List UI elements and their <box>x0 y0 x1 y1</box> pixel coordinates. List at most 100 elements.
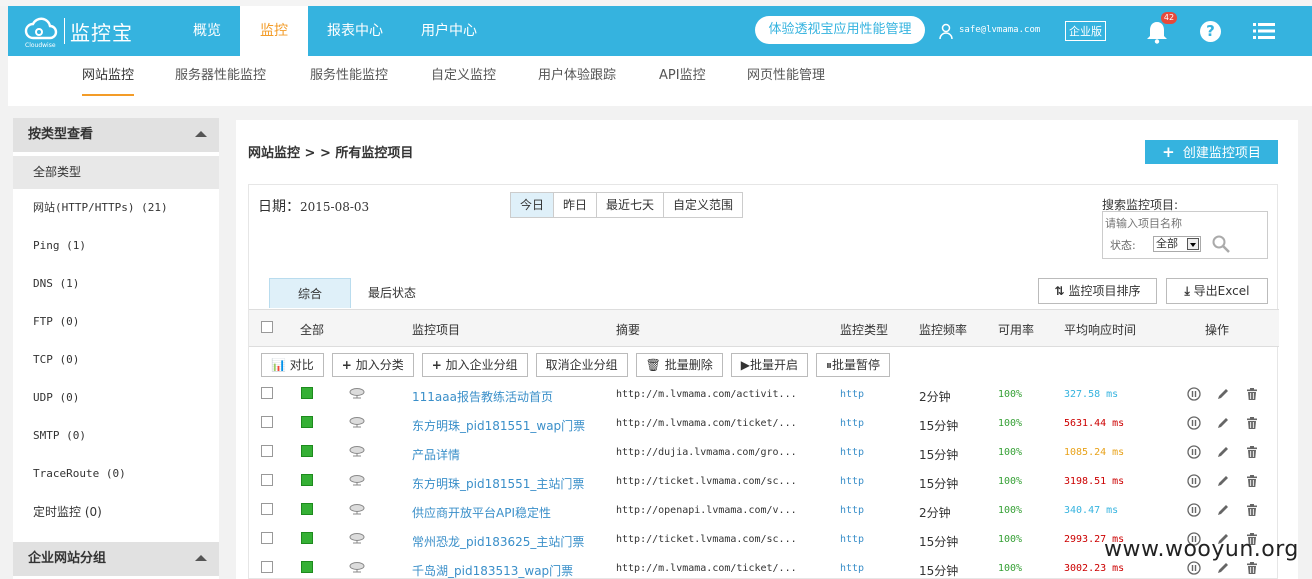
sidebar-item-all-types[interactable]: 全部类型 <box>13 156 219 189</box>
monitor-type-link[interactable]: http <box>840 418 864 429</box>
pause-icon[interactable] <box>1187 445 1201 459</box>
dropdown-arrow-icon[interactable] <box>1187 238 1199 250</box>
monitor-name-link[interactable]: 常州恐龙_pid183625_主站门票 <box>412 533 584 550</box>
batch-pause-button[interactable]: ⏸批量暂停 <box>815 353 890 377</box>
col-type[interactable]: 监控类型 <box>840 321 888 338</box>
monitor-type-link[interactable]: http <box>840 476 864 487</box>
edit-pencil-icon[interactable] <box>1216 503 1230 517</box>
trash-icon[interactable] <box>1245 474 1259 488</box>
create-monitor-button[interactable]: + 创建监控项目 <box>1145 140 1278 164</box>
edit-pencil-icon[interactable] <box>1216 387 1230 401</box>
monitor-type-link[interactable]: http <box>840 534 864 545</box>
logo[interactable]: Cloudwise 监控宝 <box>24 14 144 49</box>
user-email[interactable]: safe@lvmama.com <box>959 25 1040 35</box>
edit-pencil-icon[interactable] <box>1216 561 1230 575</box>
subnav-api-monitor[interactable]: API监控 <box>659 56 706 106</box>
monitor-node-icon[interactable] <box>349 474 365 486</box>
search-icon[interactable] <box>1211 234 1231 254</box>
pause-icon[interactable] <box>1187 561 1201 575</box>
pause-icon[interactable] <box>1187 387 1201 401</box>
pause-icon[interactable] <box>1187 416 1201 430</box>
monitor-name-link[interactable]: 千岛湖_pid183513_wap门票 <box>412 562 573 579</box>
monitor-node-icon[interactable] <box>349 503 365 515</box>
collapse-triangle-icon[interactable] <box>195 131 207 137</box>
monitor-name-link[interactable]: 111aaa报告教练活动首页 <box>412 388 553 405</box>
cancel-enterprise-group-button[interactable]: 取消企业分组 <box>535 353 628 377</box>
edit-pencil-icon[interactable] <box>1216 474 1230 488</box>
monitor-node-icon[interactable] <box>349 532 365 544</box>
batch-start-button[interactable]: ▶批量开启 <box>730 353 808 377</box>
range-yesterday-button[interactable]: 昨日 <box>554 193 598 217</box>
row-checkbox[interactable] <box>261 532 273 544</box>
sidebar-header-enterprise-group[interactable]: 企业网站分组 <box>13 542 219 576</box>
tab-last-status[interactable]: 最后状态 <box>351 278 433 308</box>
monitor-node-icon[interactable] <box>349 561 365 573</box>
monitor-name-link[interactable]: 东方明珠_pid181551_主站门票 <box>412 475 584 492</box>
monitor-type-link[interactable]: http <box>840 505 864 516</box>
batch-delete-button[interactable]: 🗑 批量删除 <box>635 353 723 377</box>
tab-overview[interactable]: 综合 <box>269 278 351 308</box>
row-checkbox[interactable] <box>261 387 273 399</box>
edit-pencil-icon[interactable] <box>1216 416 1230 430</box>
col-availability[interactable]: 可用率 <box>998 321 1034 338</box>
compare-button[interactable]: 📊 对比 <box>261 353 324 377</box>
trash-icon[interactable] <box>1245 503 1259 517</box>
col-frequency[interactable]: 监控频率 <box>919 321 967 338</box>
range-custom-button[interactable]: 自定义范围 <box>664 193 743 217</box>
status-select[interactable]: 全部 <box>1153 236 1201 252</box>
sidebar-item-traceroute[interactable]: TraceRoute (0) <box>13 455 219 493</box>
range-today-button[interactable]: 今日 <box>511 193 555 217</box>
row-checkbox[interactable] <box>261 503 273 515</box>
trash-icon[interactable] <box>1245 445 1259 459</box>
sort-monitors-button[interactable]: ⇅ 监控项目排序 <box>1038 278 1157 304</box>
trash-icon[interactable] <box>1245 416 1259 430</box>
add-category-button[interactable]: + 加入分类 <box>331 353 414 377</box>
nav-item-monitor[interactable]: 监控 <box>240 6 308 56</box>
subnav-server-performance[interactable]: 服务器性能监控 <box>175 56 266 106</box>
collapse-triangle-icon[interactable] <box>195 555 207 561</box>
select-all-checkbox[interactable] <box>261 321 273 333</box>
trash-icon[interactable] <box>1245 561 1259 575</box>
row-checkbox[interactable] <box>261 474 273 486</box>
monitor-type-link[interactable]: http <box>840 389 864 400</box>
pause-icon[interactable] <box>1187 503 1201 517</box>
monitor-name-link[interactable]: 产品详情 <box>412 446 460 463</box>
row-checkbox[interactable] <box>261 445 273 457</box>
subnav-custom-monitor[interactable]: 自定义监控 <box>431 56 496 106</box>
nav-item-user-center[interactable]: 用户中心 <box>402 6 496 56</box>
sidebar-item-ping[interactable]: Ping (1) <box>13 227 219 265</box>
col-name[interactable]: 监控项目 <box>412 321 460 338</box>
add-enterprise-group-button[interactable]: + 加入企业分组 <box>421 353 528 377</box>
sidebar-item-http[interactable]: 网站(HTTP/HTTPs) (21) <box>13 189 219 227</box>
subnav-web-performance[interactable]: 网页性能管理 <box>747 56 825 106</box>
monitor-type-link[interactable]: http <box>840 447 864 458</box>
subnav-service-performance[interactable]: 服务性能监控 <box>310 56 388 106</box>
col-response-time[interactable]: 平均响应时间 <box>1064 321 1136 338</box>
subnav-user-experience[interactable]: 用户体验跟踪 <box>538 56 616 106</box>
trial-apm-button[interactable]: 体验透视宝应用性能管理 <box>755 16 925 44</box>
search-input[interactable] <box>1105 214 1265 232</box>
nav-item-overview[interactable]: 概览 <box>174 6 240 56</box>
edit-pencil-icon[interactable] <box>1216 445 1230 459</box>
row-checkbox[interactable] <box>261 561 273 573</box>
range-last7-button[interactable]: 最近七天 <box>597 193 665 217</box>
export-excel-button[interactable]: ⤓ 导出Excel <box>1166 278 1268 304</box>
sidebar-item-ftp[interactable]: FTP (0) <box>13 303 219 341</box>
menu-icon[interactable] <box>1253 22 1275 40</box>
help-icon[interactable]: ? <box>1200 21 1221 42</box>
sidebar-item-scheduled[interactable]: 定时监控 (0) <box>13 493 219 531</box>
monitor-name-link[interactable]: 供应商开放平台API稳定性 <box>412 504 551 521</box>
row-checkbox[interactable] <box>261 416 273 428</box>
sidebar-item-dns[interactable]: DNS (1) <box>13 265 219 303</box>
sidebar-item-udp[interactable]: UDP (0) <box>13 379 219 417</box>
monitor-type-link[interactable]: http <box>840 563 864 574</box>
sidebar-item-smtp[interactable]: SMTP (0) <box>13 417 219 455</box>
monitor-name-link[interactable]: 东方明珠_pid181551_wap门票 <box>412 417 585 434</box>
trash-icon[interactable] <box>1245 387 1259 401</box>
sidebar-header-by-type[interactable]: 按类型查看 <box>13 118 219 152</box>
monitor-node-icon[interactable] <box>349 416 365 428</box>
subnav-website-monitor[interactable]: 网站监控 <box>82 56 135 96</box>
monitor-node-icon[interactable] <box>349 387 365 399</box>
nav-item-reports[interactable]: 报表中心 <box>308 6 402 56</box>
pause-icon[interactable] <box>1187 474 1201 488</box>
